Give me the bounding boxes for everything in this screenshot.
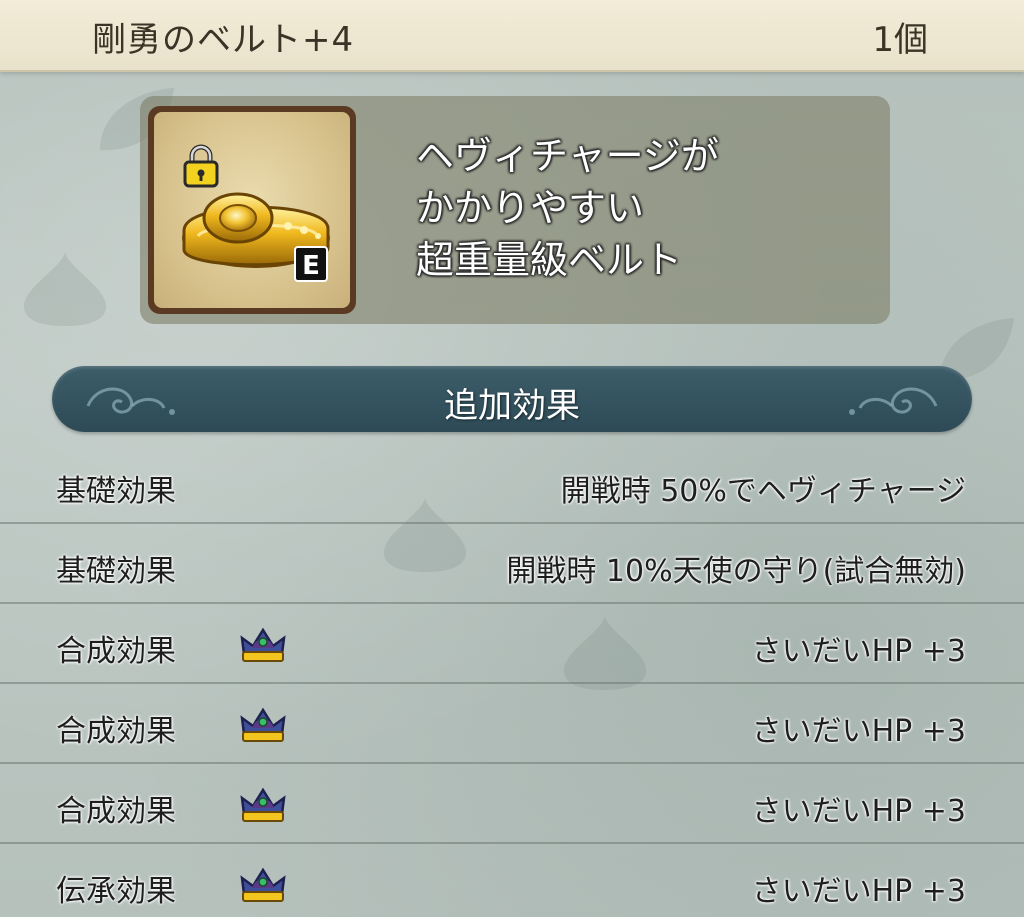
item-icon-frame[interactable]: E — [148, 106, 356, 314]
item-name: 剛勇のベルト+4 — [92, 20, 355, 60]
effect-row: 合成効果 さいだいHP +3 — [0, 764, 1024, 844]
effect-type-label: 合成効果 — [56, 794, 176, 829]
effect-row: 伝承効果 さいだいHP +3 — [0, 844, 1024, 917]
effect-value: 開戦時 50%でヘヴィチャージ — [560, 474, 966, 509]
item-count: 1個 — [872, 20, 928, 60]
slime-silhouette-icon — [23, 252, 107, 326]
effect-type-label: 基礎効果 — [56, 474, 176, 509]
effect-row: 基礎効果 開戦時 10%天使の守り(試合無効) — [0, 524, 1024, 604]
section-title: 追加効果 — [444, 386, 580, 426]
effect-row: 合成効果 さいだいHP +3 — [0, 604, 1024, 684]
effect-value: 開戦時 10%天使の守り(試合無効) — [506, 554, 966, 589]
description-line: 超重量級ベルト — [416, 238, 683, 282]
effect-type-label: 基礎効果 — [56, 554, 176, 589]
effect-type-label: 合成効果 — [56, 634, 176, 669]
effect-value: さいだいHP +3 — [751, 714, 966, 749]
effect-value: さいだいHP +3 — [751, 794, 966, 829]
section-banner: 追加効果 — [52, 366, 972, 432]
crown-icon — [240, 627, 286, 662]
effect-value: さいだいHP +3 — [751, 634, 966, 669]
description-line: かかりやすい — [416, 186, 645, 230]
crown-icon — [240, 707, 286, 742]
effect-type-label: 伝承効果 — [56, 874, 176, 909]
effect-type-label: 合成効果 — [56, 714, 176, 749]
description-line: ヘヴィチャージが — [416, 134, 719, 178]
item-header: 剛勇のベルト+4 1個 — [0, 0, 1024, 72]
equipped-badge: E — [294, 246, 328, 282]
effect-row: 合成効果 さいだいHP +3 — [0, 684, 1024, 764]
crown-icon — [240, 867, 286, 902]
crown-icon — [240, 787, 286, 822]
item-description: ヘヴィチャージが かかりやすい 超重量級ベルト — [416, 130, 719, 286]
padlock-icon — [183, 144, 219, 188]
effect-value: さいだいHP +3 — [751, 874, 966, 909]
effect-row: 基礎効果 開戦時 50%でヘヴィチャージ — [0, 444, 1024, 524]
item-icon-background: E — [154, 112, 350, 308]
flourish-right-icon — [849, 387, 938, 415]
